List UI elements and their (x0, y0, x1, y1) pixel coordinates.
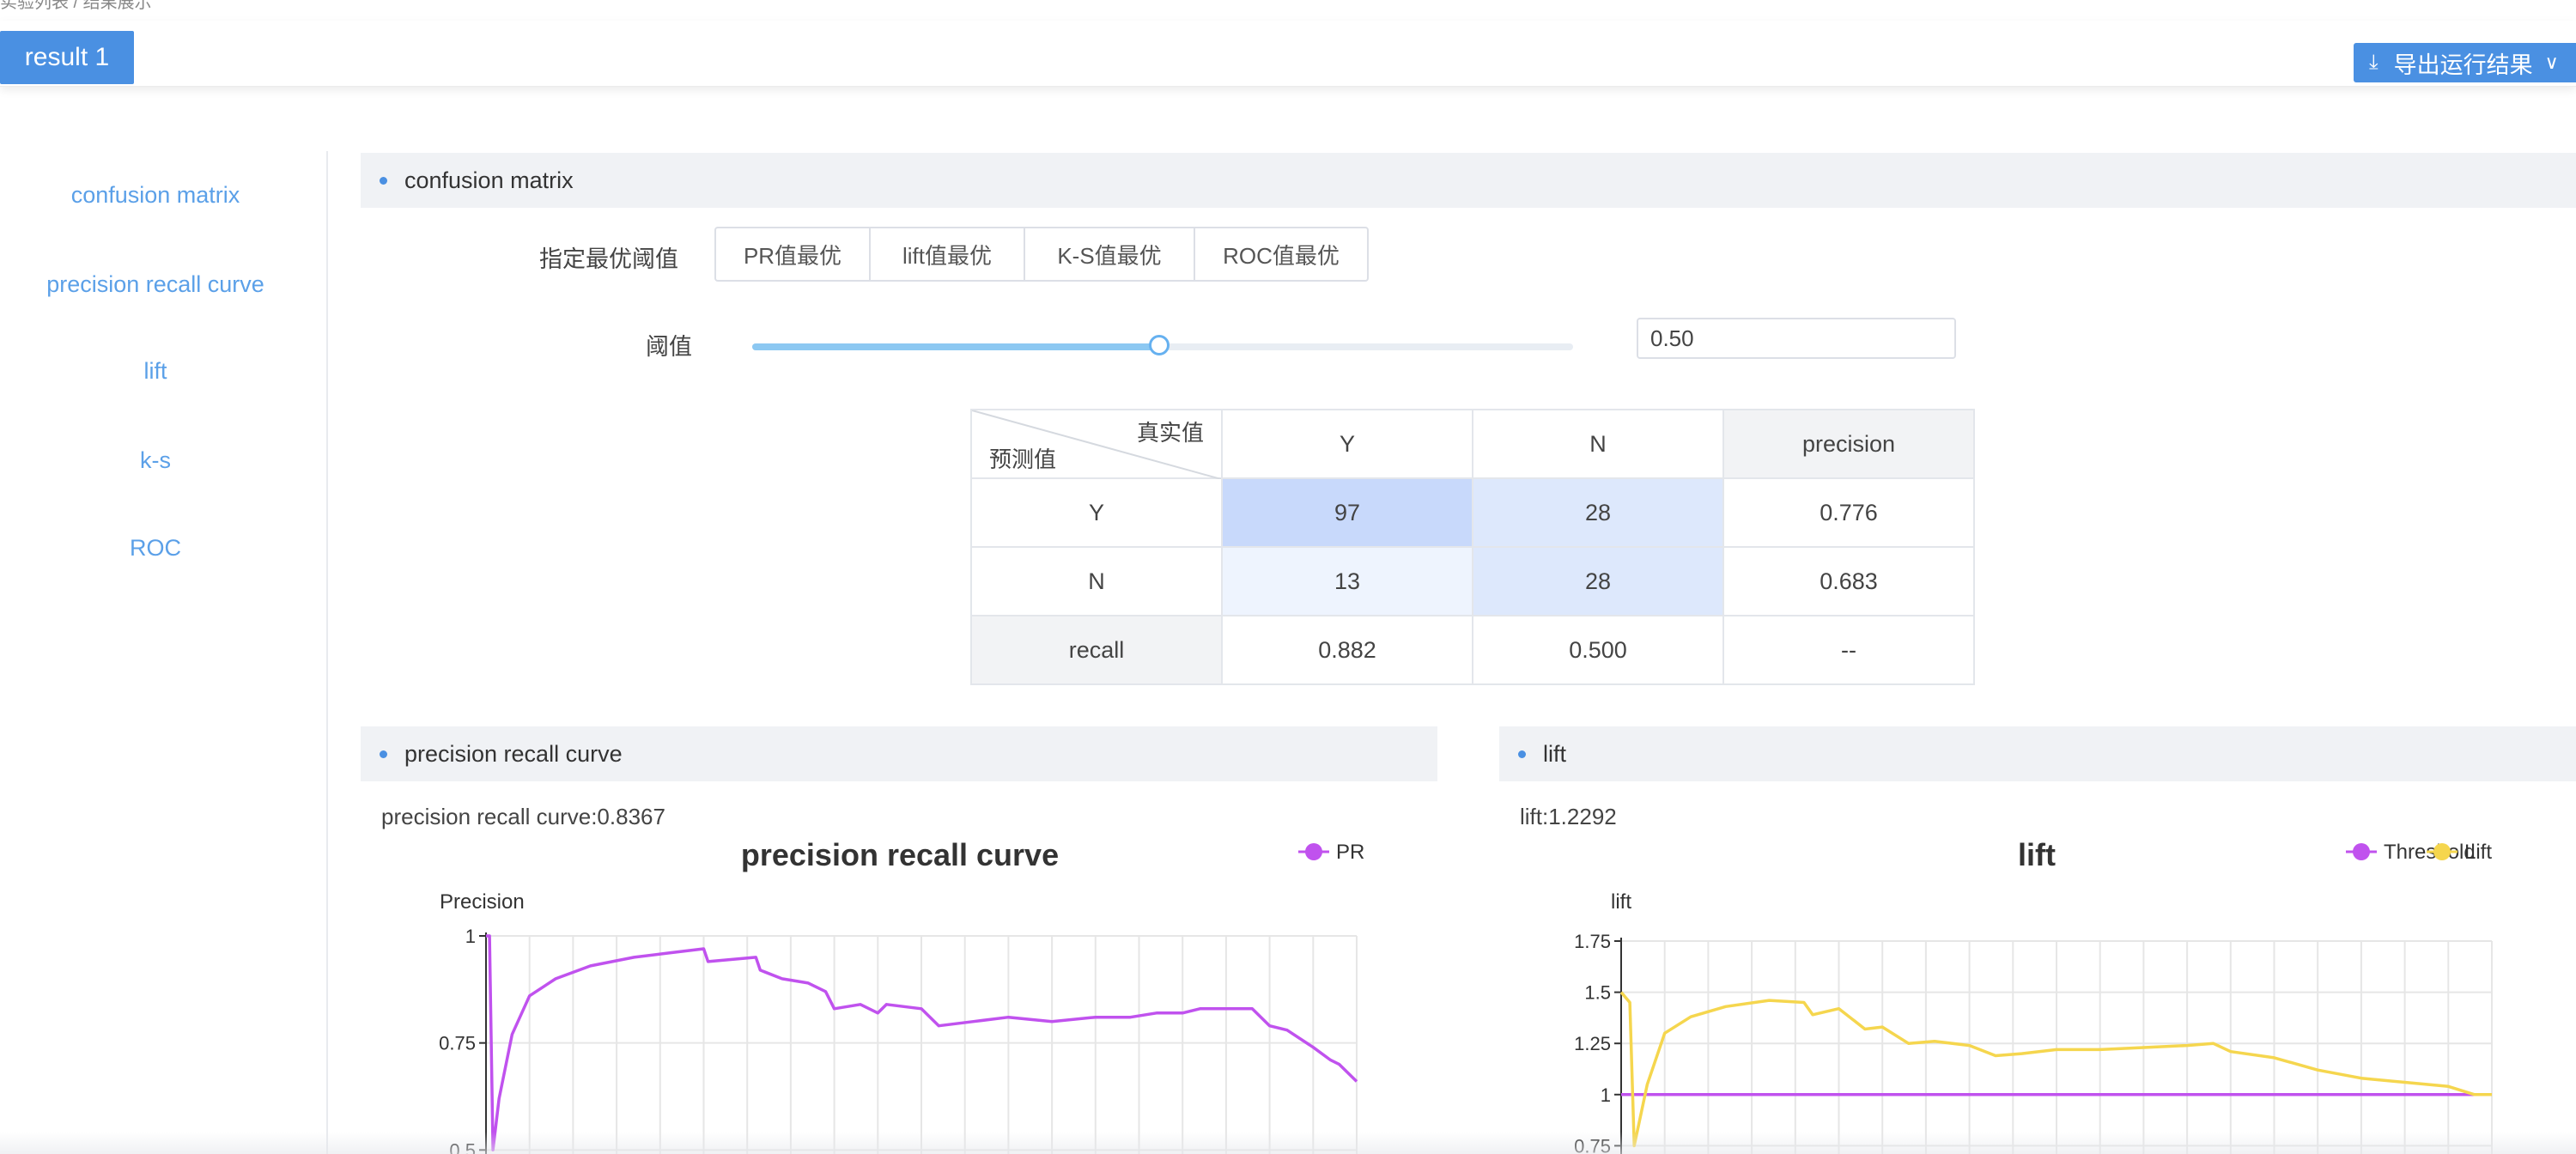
confusion-matrix-table: 真实值 预测值 Y N precision Y 97 28 0.776 N 13… (970, 409, 1975, 685)
legend-marker-threshold (2353, 843, 2370, 860)
precision-recall-title: precision recall curve (404, 740, 623, 767)
matrix-cell-precision-n: 0.683 (1722, 546, 1975, 616)
matrix-cell-nn: 28 (1472, 546, 1724, 616)
chart-title: lift (2018, 837, 2056, 872)
legend-label-pr: PR (1336, 841, 1364, 864)
matrix-cell-yy: 97 (1221, 477, 1473, 548)
y-tick-label: 1.75 (1574, 931, 1611, 952)
nav-item-confusion-matrix[interactable]: confusion matrix (0, 182, 311, 209)
export-results-label: 导出运行结果 (2393, 52, 2533, 78)
left-nav: confusion matrix precision recall curve … (0, 151, 328, 1154)
legend-marker-pr (1305, 843, 1322, 860)
matrix-col-header-precision: precision (1722, 409, 1975, 479)
lift-chart: 1.751.51.2510.750.5liftliftThresholdLift (1574, 837, 2493, 1154)
y-tick-label: 1.25 (1574, 1033, 1611, 1054)
precision-recall-header: precision recall curve (361, 726, 1437, 781)
optimal-threshold-label: 指定最优阈值 (539, 246, 678, 272)
optimal-threshold-buttons: PR值最优 lift值最优 K-S值最优 ROC值最优 (714, 227, 1369, 282)
nav-item-precision-recall-curve[interactable]: precision recall curve (0, 271, 311, 298)
section-dot-icon (380, 750, 387, 758)
threshold-input[interactable]: 0.50 (1637, 318, 1956, 359)
lift-title: lift (1543, 740, 1566, 767)
matrix-row-header-recall: recall (970, 615, 1223, 685)
nav-item-roc[interactable]: ROC (0, 535, 311, 562)
matrix-cell-precision-y: 0.776 (1722, 477, 1975, 548)
lift-header: lift (1499, 726, 2576, 781)
matrix-cell-recall-total: -- (1722, 615, 1975, 685)
matrix-cell-ny: 13 (1221, 546, 1473, 616)
chart-title: precision recall curve (741, 837, 1059, 872)
actual-value-label: 真实值 (1136, 420, 1204, 446)
confusion-matrix-title: confusion matrix (404, 167, 574, 193)
legend-label-lift: Lift (2464, 841, 2492, 864)
legend-marker-lift (2433, 843, 2451, 860)
predicted-value-label: 预测值 (989, 446, 1057, 472)
download-icon: ⤓ (2369, 51, 2379, 74)
precision-recall-chart: 10.750.5precision recall curvePrecisionP… (439, 837, 1364, 1154)
threshold-label: 阈值 (646, 334, 692, 360)
matrix-row-header-y: Y (970, 477, 1223, 548)
y-axis-label: Precision (440, 890, 525, 914)
nav-item-k-s[interactable]: k-s (0, 447, 311, 474)
threshold-slider-handle[interactable] (1149, 335, 1170, 355)
breadcrumb: 实验列表 / 结果展示 (0, 0, 152, 12)
matrix-col-header-n: N (1472, 409, 1724, 479)
matrix-col-header-y: Y (1221, 409, 1473, 479)
export-results-button[interactable]: ⤓ 导出运行结果 ∨ (2354, 43, 2576, 82)
lift-optimal-button[interactable]: lift值最优 (871, 228, 1025, 280)
pr-optimal-button[interactable]: PR值最优 (716, 228, 871, 280)
roc-optimal-button[interactable]: ROC值最优 (1195, 228, 1367, 280)
nav-item-lift[interactable]: lift (0, 358, 311, 385)
matrix-cell-recall-y: 0.882 (1221, 615, 1473, 685)
y-tick-label: 1 (465, 926, 476, 947)
result-tab-bar (0, 21, 2576, 87)
y-tick-label: 1 (1601, 1084, 1611, 1106)
ks-optimal-button[interactable]: K-S值最优 (1025, 228, 1195, 280)
matrix-corner-cell: 真实值 预测值 (970, 409, 1223, 479)
result-tab[interactable]: result 1 (0, 31, 134, 84)
threshold-slider-fill (752, 343, 1161, 350)
matrix-row-header-n: N (970, 546, 1223, 616)
bottom-shadow (0, 1132, 2576, 1154)
y-tick-label: 1.5 (1584, 982, 1611, 1004)
section-dot-icon (1518, 750, 1526, 758)
chevron-down-icon: ∨ (2544, 52, 2559, 73)
y-tick-label: 0.75 (439, 1033, 476, 1054)
confusion-matrix-header: confusion matrix (361, 153, 2576, 208)
matrix-cell-recall-n: 0.500 (1472, 615, 1724, 685)
y-axis-label: lift (1611, 890, 1631, 914)
section-dot-icon (380, 176, 387, 185)
matrix-cell-yn: 28 (1472, 477, 1724, 548)
